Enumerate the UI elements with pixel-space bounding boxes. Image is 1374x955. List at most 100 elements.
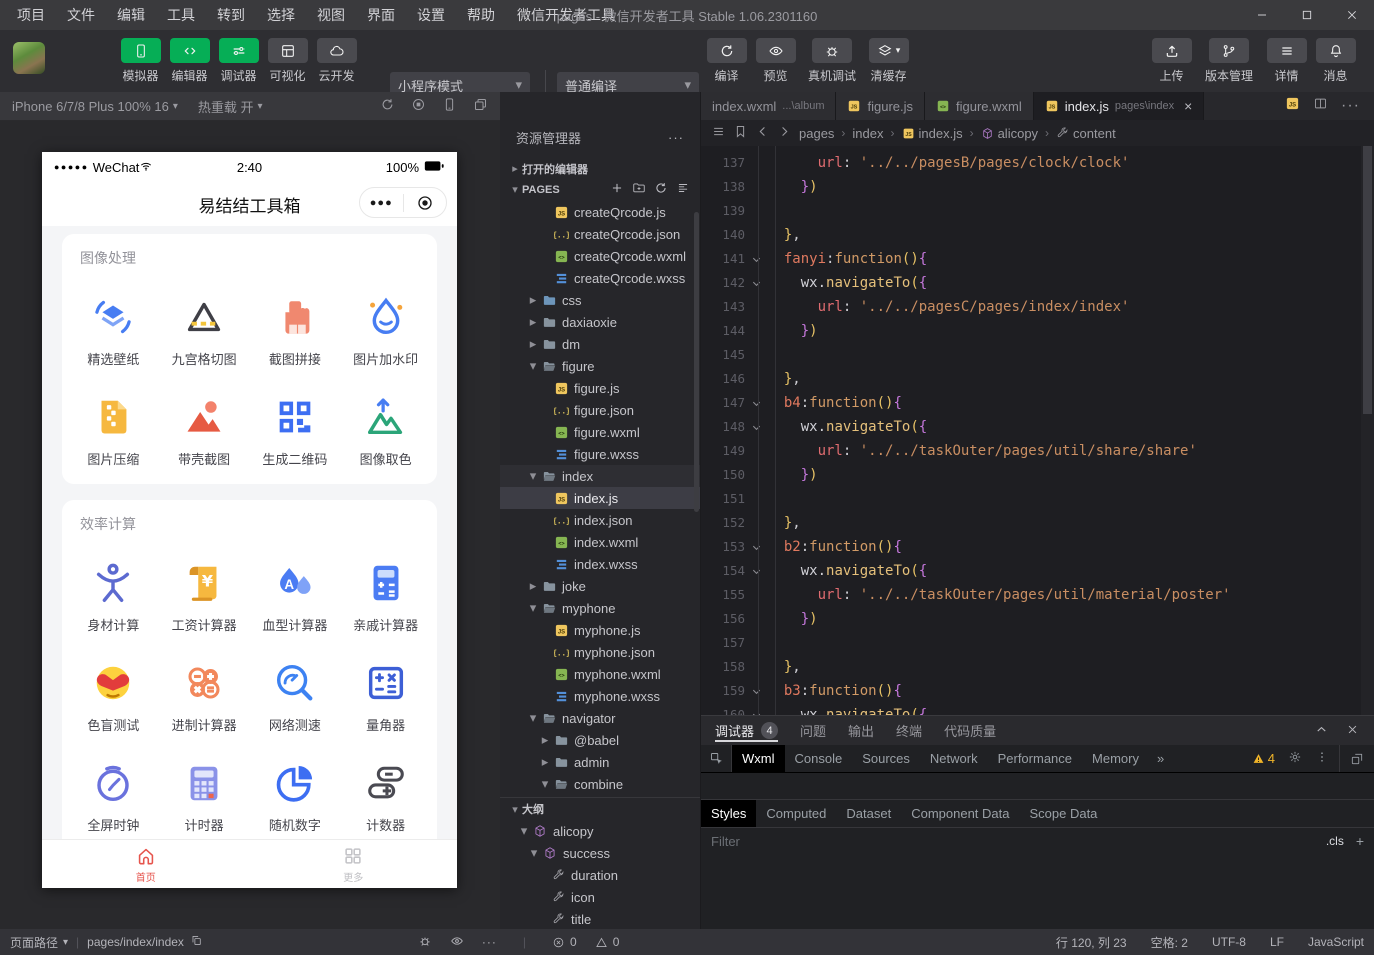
tree-item-figure.js[interactable]: JSfigure.js (500, 377, 700, 399)
app-item-speed[interactable]: 网络测速 (250, 660, 341, 734)
popout-devtools-button[interactable] (1339, 745, 1374, 772)
debugger-tab-代码质量[interactable]: 代码质量 (944, 716, 996, 745)
close-tab-icon[interactable]: × (1184, 98, 1192, 114)
minimize-button[interactable] (1239, 0, 1284, 30)
line-number[interactable]: 143 (701, 295, 745, 319)
app-item-blood[interactable]: A血型计算器 (250, 560, 341, 634)
tree-item-navigator[interactable]: ▾navigator (500, 707, 700, 729)
line-number[interactable]: 156 (701, 607, 745, 631)
styles-tab-Computed[interactable]: Computed (756, 800, 836, 827)
line-number[interactable]: 155 (701, 583, 745, 607)
outline-item-success[interactable]: ▾success (500, 842, 700, 864)
tree-item-myphone.json[interactable]: {..}myphone.json (500, 641, 700, 663)
line-number[interactable]: 145 (701, 343, 745, 367)
open-editors-section[interactable]: ▸ 打开的编辑器 (500, 158, 700, 179)
app-item-stitch[interactable]: 截图拼接 (250, 294, 341, 368)
line-number[interactable]: 152 (701, 511, 745, 535)
line-number[interactable]: 157 (701, 631, 745, 655)
explorer-more-button[interactable]: ··· (668, 130, 684, 145)
tree-item-figure.json[interactable]: {..}figure.json (500, 399, 700, 421)
devtools-tab-Network[interactable]: Network (920, 745, 988, 772)
styles-tab-Dataset[interactable]: Dataset (836, 800, 901, 827)
warning-counter[interactable]: 0 (595, 935, 620, 949)
app-item-base[interactable]: 进制计算器 (159, 660, 250, 734)
tree-item-myphone[interactable]: ▾myphone (500, 597, 700, 619)
app-item-rand[interactable]: 随机数字 (250, 760, 341, 834)
outline-toggle-icon[interactable] (711, 124, 726, 142)
editor-tab-figure.wxml[interactable]: <>figure.wxml (925, 92, 1034, 120)
action-button-branch[interactable]: 版本管理 (1196, 38, 1262, 84)
maximize-button[interactable] (1284, 0, 1329, 30)
line-number[interactable]: 151 (701, 487, 745, 511)
inspect-element-button[interactable] (701, 745, 732, 772)
device-select[interactable]: iPhone 6/7/8 Plus 100% 16▾ (12, 99, 178, 114)
preview-button[interactable] (450, 934, 464, 951)
tree-item-combine[interactable]: ▾combine (500, 773, 700, 795)
cursor-position-indicator[interactable]: 行 120, 列 23 (1056, 934, 1127, 951)
new-folder-button[interactable] (632, 181, 646, 198)
collapse-all-button[interactable] (676, 181, 690, 198)
devtools-tab-Console[interactable]: Console (785, 745, 853, 772)
action-button-eye[interactable]: 预览 (751, 38, 800, 84)
tree-item-index.json[interactable]: {..}index.json (500, 509, 700, 531)
menubar-item[interactable]: 文件 (56, 0, 106, 30)
editor-tab-index.js[interactable]: JSindex.jspages\index× (1034, 92, 1205, 120)
tree-item-index.wxss[interactable]: index.wxss (500, 553, 700, 575)
breadcrumb-item-index.js[interactable]: JSindex.js (902, 126, 963, 141)
bookmark-icon[interactable] (733, 124, 748, 142)
devtools-tab-Sources[interactable]: Sources (852, 745, 920, 772)
breadcrumb-item-content[interactable]: content (1056, 126, 1116, 141)
line-number[interactable]: 160 (701, 703, 745, 715)
outline-item-title[interactable]: title (500, 908, 700, 929)
eol-indicator[interactable]: LF (1270, 935, 1284, 949)
line-number[interactable]: 139 (701, 199, 745, 223)
devtools-tab-Wxml[interactable]: Wxml (732, 745, 785, 772)
line-number[interactable]: 159 (701, 679, 745, 703)
action-button-layers[interactable]: ▾清缓存 (864, 38, 913, 84)
add-style-button[interactable]: + (1356, 833, 1364, 849)
action-button-bug[interactable]: 真机调试 (800, 38, 864, 84)
tree-item-createQrcode.wxml[interactable]: <>createQrcode.wxml (500, 245, 700, 267)
tree-item-createQrcode.json[interactable]: {..}createQrcode.json (500, 223, 700, 245)
restart-button[interactable] (380, 97, 395, 115)
fold-toggle-icon[interactable] (745, 247, 767, 271)
navigate-forward-icon[interactable] (777, 124, 792, 142)
record-button[interactable] (411, 97, 426, 115)
app-item-shell[interactable]: 带壳截图 (159, 394, 250, 468)
fold-toggle-icon[interactable] (745, 271, 767, 295)
filter-input[interactable]: Filter (711, 834, 740, 849)
line-number[interactable]: 158 (701, 655, 745, 679)
devtools-overflow-button[interactable]: » (1149, 745, 1172, 772)
navigate-back-icon[interactable] (755, 124, 770, 142)
mode-button-sliders[interactable]: 调试器 (214, 38, 263, 84)
menubar-item[interactable]: 编辑 (106, 0, 156, 30)
tabbar-item-more[interactable]: 更多 (250, 840, 458, 888)
debugger-tab-输出[interactable]: 输出 (848, 716, 874, 745)
line-number[interactable]: 148 (701, 415, 745, 439)
warning-counter[interactable]: 4 (1252, 751, 1275, 766)
fold-toggle-icon[interactable] (745, 391, 767, 415)
code-editor[interactable]: 136 wx.navigateTo({137 url: '../../pages… (701, 146, 1374, 715)
action-button-bell[interactable]: 消息 (1311, 38, 1360, 84)
line-number[interactable]: 149 (701, 439, 745, 463)
tabbar-item-home[interactable]: 首页 (42, 840, 250, 888)
cls-button[interactable]: .cls (1326, 834, 1344, 848)
line-number[interactable]: 153 (701, 535, 745, 559)
tree-item-index.wxml[interactable]: <>index.wxml (500, 531, 700, 553)
tree-item-@babel[interactable]: ▸@babel (500, 729, 700, 751)
devtools-menu-button[interactable] (1315, 750, 1329, 767)
mode-button-code[interactable]: 编辑器 (165, 38, 214, 84)
tree-item-figure.wxss[interactable]: figure.wxss (500, 443, 700, 465)
devtools-tab-Performance[interactable]: Performance (988, 745, 1082, 772)
menubar-item[interactable]: 选择 (256, 0, 306, 30)
tree-item-figure.wxml[interactable]: <>figure.wxml (500, 421, 700, 443)
more-status-button[interactable]: ··· (482, 935, 497, 949)
editor-scrollbar[interactable] (1361, 146, 1374, 715)
tree-item-admin[interactable]: ▸admin (500, 751, 700, 773)
line-number[interactable]: 137 (701, 151, 745, 175)
app-item-water[interactable]: 图片加水印 (340, 294, 431, 368)
exit-button[interactable] (404, 194, 447, 212)
breadcrumb-item-alicopy[interactable]: alicopy (981, 126, 1038, 141)
more-dots-button[interactable]: ●●● (360, 197, 403, 209)
app-item-qr[interactable]: 生成二维码 (250, 394, 341, 468)
